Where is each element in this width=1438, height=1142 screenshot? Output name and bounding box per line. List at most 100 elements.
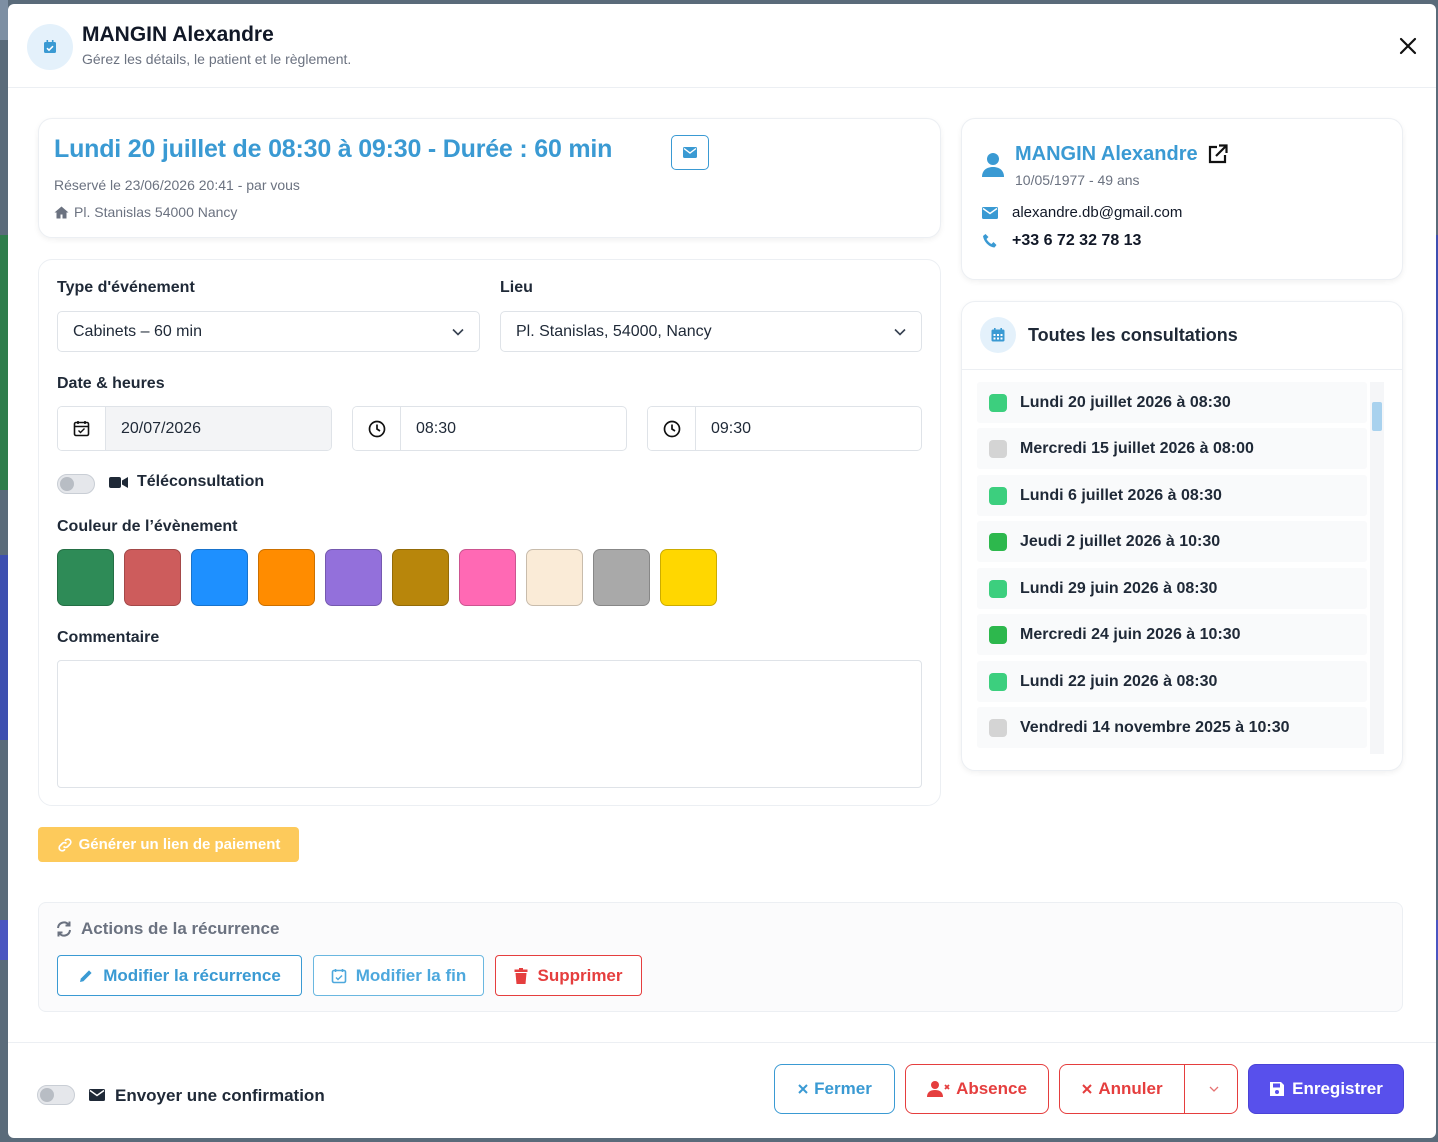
chevron-down-icon [894, 328, 906, 336]
modal-subtitle: Gérez les détails, le patient et le règl… [82, 51, 352, 67]
color-swatch-purple[interactable] [325, 549, 382, 606]
end-time-group: 09:30 [647, 406, 922, 451]
location-label: Lieu [500, 279, 533, 296]
status-dot [989, 672, 1007, 691]
end-time-input[interactable]: 09:30 [696, 407, 921, 450]
color-swatch-cream[interactable] [526, 549, 583, 606]
color-swatch-green[interactable] [57, 549, 114, 606]
generate-payment-link-button[interactable]: Générer un lien de paiement [38, 827, 299, 862]
scrollbar-thumb[interactable] [1372, 402, 1382, 431]
clock-icon [648, 407, 696, 450]
teleconsultation-label: Téléconsultation [137, 473, 265, 490]
appointment-address: Pl. Stanislas 54000 Nancy [74, 204, 238, 220]
consultation-date: Lundi 22 juin 2026 à 08:30 [1020, 672, 1218, 690]
user-absent-icon [927, 1081, 950, 1097]
consultation-date: Lundi 20 juillet 2026 à 08:30 [1020, 393, 1231, 411]
patient-name-link[interactable]: MANGIN Alexandre [1015, 143, 1228, 166]
cancel-button-group: Annuler [1059, 1064, 1238, 1114]
envelope-icon [982, 206, 998, 219]
delete-recurrence-button[interactable]: Supprimer [495, 955, 642, 996]
consultation-item[interactable]: Lundi 20 juillet 2026 à 08:30 [977, 382, 1367, 423]
event-color-label: Couleur de l’évènement [57, 518, 238, 535]
save-button[interactable]: Enregistrer [1248, 1064, 1404, 1114]
location-value: Pl. Stanislas, 54000, Nancy [516, 322, 712, 340]
modal-header: MANGIN Alexandre Gérez les détails, le p… [8, 4, 1436, 88]
external-link-icon[interactable] [1207, 144, 1228, 165]
calendar-icon [980, 317, 1016, 353]
cancel-button[interactable]: Annuler [1060, 1065, 1185, 1113]
comment-textarea[interactable] [57, 660, 922, 788]
chevron-down-icon [1209, 1086, 1218, 1092]
consultation-item[interactable]: Lundi 29 juin 2026 à 08:30 [977, 568, 1367, 609]
event-type-select[interactable]: Cabinets – 60 min [57, 311, 480, 352]
chevron-down-icon [452, 328, 464, 336]
cancel-label: Annuler [1098, 1079, 1163, 1098]
status-dot [989, 625, 1007, 644]
consultation-item[interactable]: Lundi 22 juin 2026 à 08:30 [977, 661, 1367, 702]
envelope-icon [683, 147, 697, 158]
consultation-date: Jeudi 2 juillet 2026 à 10:30 [1020, 532, 1221, 550]
scrollbar-track[interactable] [1370, 382, 1384, 754]
close-icon[interactable] [1396, 34, 1420, 58]
appointment-modal: MANGIN Alexandre Gérez les détails, le p… [8, 4, 1436, 1138]
teleconsultation-toggle[interactable] [57, 474, 95, 494]
color-swatch-gold[interactable] [392, 549, 449, 606]
status-dot [989, 439, 1007, 458]
color-swatch-gray[interactable] [593, 549, 650, 606]
recurrence-title: Actions de la récurrence [55, 919, 279, 939]
patient-email[interactable]: alexandre.db@gmail.com [1012, 204, 1182, 221]
home-icon [54, 206, 69, 218]
patient-phone-row: +33 6 72 32 78 13 [982, 232, 1141, 250]
location-select[interactable]: Pl. Stanislas, 54000, Nancy [500, 311, 922, 352]
comment-label: Commentaire [57, 629, 160, 646]
edit-recurrence-button[interactable]: Modifier la récurrence [57, 955, 302, 996]
appointment-title: Lundi 20 juillet de 08:30 à 09:30 - Duré… [54, 135, 613, 163]
address-line: Pl. Stanislas 54000 Nancy [54, 204, 237, 220]
cancel-dropdown-toggle[interactable] [1190, 1065, 1237, 1113]
consultation-date: Vendredi 14 novembre 2025 à 10:30 [1020, 718, 1290, 736]
patient-name: MANGIN Alexandre [1015, 143, 1198, 165]
consultation-item[interactable]: Vendredi 14 novembre 2025 à 10:30 [977, 707, 1367, 748]
background-strip [0, 555, 8, 740]
color-swatch-orange[interactable] [258, 549, 315, 606]
background-strip [0, 920, 8, 960]
consultations-list[interactable]: Lundi 20 juillet 2026 à 08:30 Mercredi 1… [962, 369, 1402, 754]
start-time-input[interactable]: 08:30 [401, 407, 626, 450]
send-email-button[interactable] [671, 135, 709, 170]
consultations-card: Toutes les consultations Lundi 20 juille… [961, 301, 1403, 771]
start-time-group: 08:30 [352, 406, 627, 451]
color-swatch-blue[interactable] [191, 549, 248, 606]
save-label: Enregistrer [1292, 1079, 1383, 1098]
appointment-summary-card: Lundi 20 juillet de 08:30 à 09:30 - Duré… [38, 118, 941, 238]
consultation-item[interactable]: Jeudi 2 juillet 2026 à 10:30 [977, 521, 1367, 562]
consultation-item[interactable]: Mercredi 15 juillet 2026 à 08:00 [977, 428, 1367, 469]
close-icon [1082, 1084, 1093, 1094]
absence-label: Absence [956, 1079, 1027, 1098]
repeat-icon [57, 921, 71, 937]
edit-end-label: Modifier la fin [355, 965, 467, 985]
color-swatch-yellow[interactable] [660, 549, 717, 606]
consultation-item[interactable]: Mercredi 24 juin 2026 à 10:30 [977, 614, 1367, 655]
modal-footer: Envoyer une confirmation Fermer Absence … [8, 1042, 1436, 1138]
consultation-item[interactable]: Lundi 6 juillet 2026 à 08:30 [977, 475, 1367, 516]
patient-card: MANGIN Alexandre 10/05/1977 - 49 ans ale… [961, 118, 1403, 280]
status-dot [989, 718, 1007, 737]
absence-button[interactable]: Absence [905, 1064, 1049, 1114]
close-button[interactable]: Fermer [774, 1064, 895, 1114]
edit-end-button[interactable]: Modifier la fin [313, 955, 484, 996]
recurrence-title-text: Actions de la récurrence [81, 919, 280, 938]
status-dot [989, 393, 1007, 412]
color-swatch-pink[interactable] [459, 549, 516, 606]
send-confirmation-toggle[interactable] [37, 1085, 75, 1105]
edit-recurrence-label: Modifier la récurrence [103, 965, 281, 985]
status-dot [989, 486, 1007, 505]
consultations-title: Toutes les consultations [1028, 325, 1238, 345]
patient-phone[interactable]: +33 6 72 32 78 13 [1012, 232, 1141, 250]
color-swatch-red[interactable] [124, 549, 181, 606]
patient-dob: 10/05/1977 - 49 ans [1015, 172, 1140, 188]
consultation-date: Lundi 6 juillet 2026 à 08:30 [1020, 486, 1222, 504]
link-icon [58, 837, 72, 852]
date-input[interactable]: 20/07/2026 [106, 407, 331, 450]
close-label: Fermer [814, 1079, 872, 1098]
calendar-icon [58, 407, 106, 450]
